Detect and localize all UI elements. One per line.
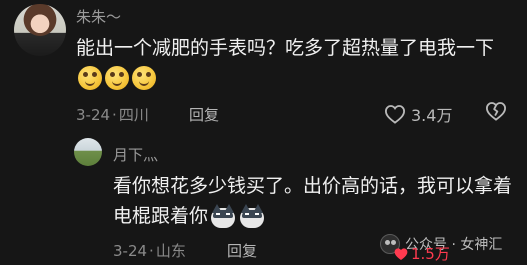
replier-avatar[interactable] bbox=[74, 138, 102, 166]
emoji-group bbox=[210, 204, 265, 228]
reply-text: 看你想花多少钱买了。出价高的话，我可以拿着电棍跟着你 bbox=[113, 171, 513, 231]
replier-username[interactable]: 月下灬 bbox=[113, 144, 158, 165]
overlay-like-count: 1.5万 bbox=[393, 243, 450, 264]
heart-filled-icon bbox=[394, 247, 408, 260]
grin-emoji-icon bbox=[132, 66, 156, 90]
overlay-count-text: 1.5万 bbox=[411, 245, 450, 263]
reply-meta: 3-24 · 山东 bbox=[113, 242, 186, 260]
dislike-button[interactable] bbox=[485, 101, 507, 125]
reply-body: 看你想花多少钱买了。出价高的话，我可以拿着电棍跟着你 bbox=[113, 175, 513, 227]
comment-date: 3-24 bbox=[76, 106, 111, 124]
like-count: 3.4万 bbox=[411, 106, 453, 125]
heart-outline-icon bbox=[384, 105, 406, 124]
grin-emoji-icon bbox=[105, 66, 129, 90]
like-button[interactable]: 3.4万 bbox=[384, 102, 452, 126]
commenter-username[interactable]: 朱朱～ bbox=[76, 6, 121, 27]
comment-body: 能出一个减肥的手表吗？吃多了超热量了电我一下 bbox=[76, 37, 495, 59]
husky-emoji-icon bbox=[210, 204, 236, 228]
broken-heart-icon bbox=[485, 102, 507, 121]
reply-location: 山东 bbox=[155, 242, 186, 260]
emoji-group bbox=[78, 66, 156, 90]
reply-button[interactable]: 回复 bbox=[227, 240, 257, 261]
grin-emoji-icon bbox=[78, 66, 102, 90]
reply-date: 3-24 bbox=[113, 242, 148, 260]
reply-button[interactable]: 回复 bbox=[189, 104, 219, 125]
comment-location: 四川 bbox=[118, 106, 149, 124]
husky-emoji-icon bbox=[239, 204, 265, 228]
comment-meta: 3-24 · 四川 bbox=[76, 106, 149, 124]
commenter-avatar[interactable] bbox=[14, 4, 66, 56]
comment-text: 能出一个减肥的手表吗？吃多了超热量了电我一下 bbox=[76, 33, 506, 93]
